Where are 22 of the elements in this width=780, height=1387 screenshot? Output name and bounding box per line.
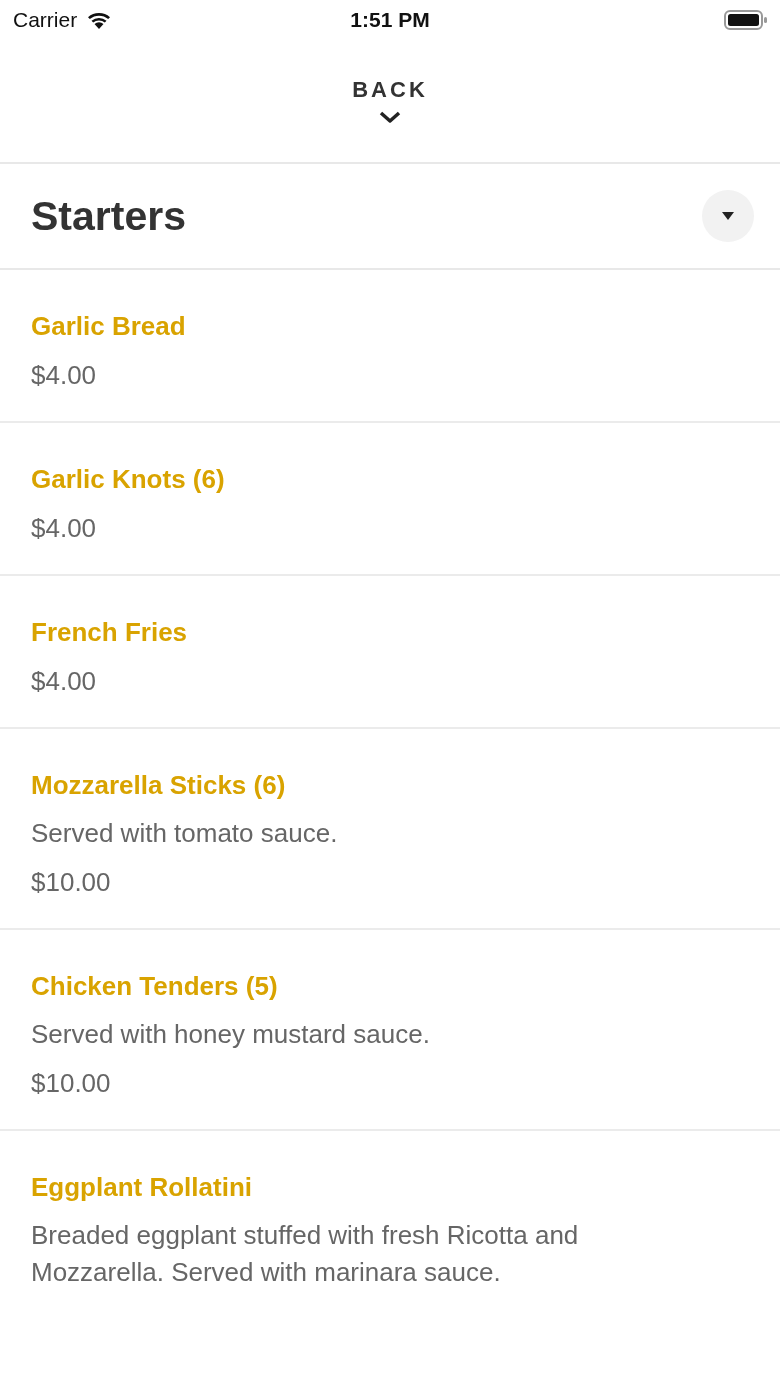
battery-icon xyxy=(724,9,768,31)
chevron-down-icon xyxy=(378,109,402,125)
item-description: Served with tomato sauce. xyxy=(31,817,338,850)
item-name[interactable]: French Fries xyxy=(31,613,188,651)
item-price: $10.00 xyxy=(31,866,111,899)
item-name[interactable]: Chicken Tenders (5) xyxy=(31,967,278,1005)
item-description: Served with honey mustard sauce. xyxy=(31,1018,430,1051)
item-name[interactable]: Garlic Knots (6) xyxy=(31,460,225,498)
item-description: Breaded eggplant stuffed with fresh Ricotta and Mozzarella. Served with marinara sauce. xyxy=(31,1219,580,1289)
dropdown-button[interactable] xyxy=(702,190,754,242)
clock-time: 1:51 PM xyxy=(350,8,430,32)
item-price: $4.00 xyxy=(31,512,97,545)
item-name[interactable]: Eggplant Rollatini xyxy=(31,1168,252,1206)
item-price: $4.00 xyxy=(31,665,97,698)
item-name[interactable]: Mozzarella Sticks (6) xyxy=(31,766,286,804)
back-button[interactable]: BACK xyxy=(348,77,432,125)
triangle-down-icon xyxy=(721,211,735,221)
item-price: $4.00 xyxy=(31,359,97,392)
item-price: $10.00 xyxy=(31,1067,111,1100)
carrier-label: Carrier xyxy=(13,8,78,32)
item-name[interactable]: Garlic Bread xyxy=(31,307,186,345)
section-title: Starters xyxy=(31,192,186,240)
